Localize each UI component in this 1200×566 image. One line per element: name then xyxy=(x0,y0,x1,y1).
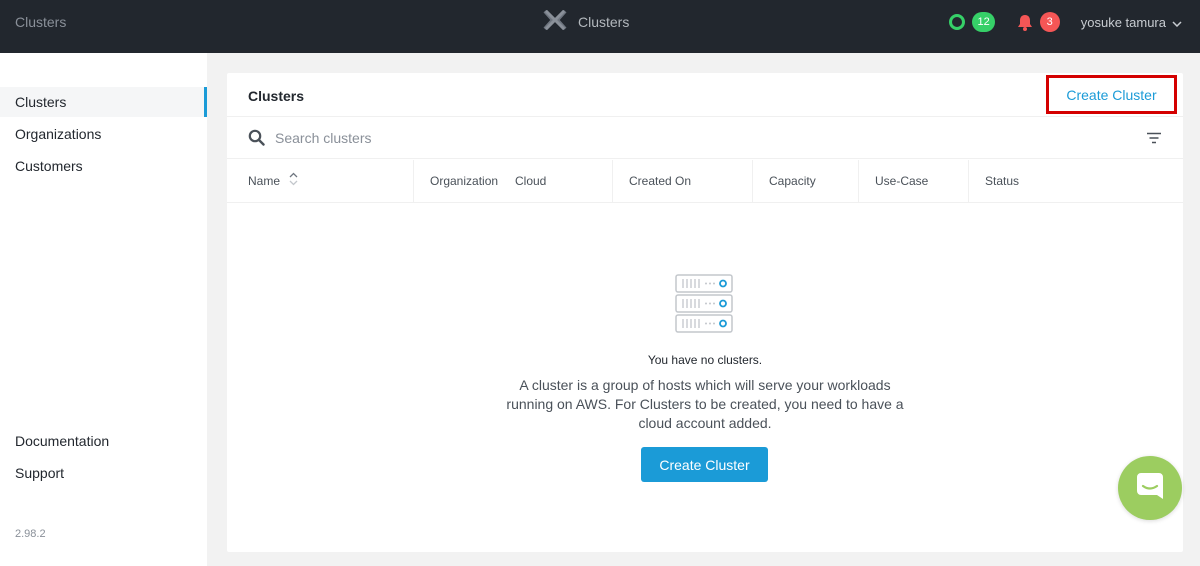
column-header-label: Name xyxy=(248,174,281,188)
chat-icon xyxy=(1135,471,1165,506)
column-header-cloud[interactable]: Cloud xyxy=(499,160,611,202)
search-bar xyxy=(227,118,1183,159)
sidebar-item-documentation[interactable]: Documentation xyxy=(0,426,207,456)
user-name: yosuke tamura xyxy=(1080,14,1166,30)
column-header-capacity[interactable]: Capacity xyxy=(752,160,858,202)
column-header-organization[interactable]: Organization xyxy=(413,160,513,202)
create-cluster-link[interactable]: Create Cluster xyxy=(1046,75,1177,114)
column-header-name[interactable]: Name xyxy=(232,160,412,202)
chat-launcher[interactable] xyxy=(1118,456,1182,520)
search-icon xyxy=(248,129,265,151)
empty-state-title: You have no clusters. xyxy=(647,353,763,367)
user-menu[interactable]: yosuke tamura xyxy=(1081,15,1182,30)
clusters-panel: Clusters Create Cluster Name xyxy=(227,73,1183,552)
chevron-down-icon xyxy=(1172,15,1182,30)
sidebar: Clusters Organizations Customers Documen… xyxy=(0,53,207,566)
logo-x-icon xyxy=(543,9,567,35)
column-header-use-case[interactable]: Use-Case xyxy=(858,160,968,202)
app-title-label: Clusters xyxy=(578,14,630,30)
empty-state-description: A cluster is a group of hosts which will… xyxy=(506,377,904,431)
status-count-badge[interactable]: 12 xyxy=(972,12,995,32)
server-stack-icon xyxy=(675,273,735,344)
sidebar-item-clusters[interactable]: Clusters xyxy=(0,87,207,117)
app-title: Clusters xyxy=(543,0,629,44)
sort-icon[interactable] xyxy=(289,161,298,203)
section-label: Clusters xyxy=(15,14,67,30)
alert-count-badge[interactable]: 3 xyxy=(1039,12,1060,32)
top-bar: Clusters Clusters 12 3 yosuke tamura xyxy=(0,0,1200,53)
search-input[interactable] xyxy=(275,126,775,150)
empty-state: You have no clusters. A cluster is a gro… xyxy=(227,203,1183,552)
bell-icon[interactable] xyxy=(1017,14,1033,31)
sidebar-item-customers[interactable]: Customers xyxy=(0,151,207,181)
column-header-status[interactable]: Status xyxy=(968,160,1088,202)
sidebar-item-support[interactable]: Support xyxy=(0,458,207,488)
table-header: Name Organization Cloud Created On Capac… xyxy=(227,160,1183,203)
create-cluster-button[interactable]: Create Cluster xyxy=(641,447,768,482)
panel-header: Clusters Create Cluster xyxy=(227,73,1183,117)
status-ring-icon[interactable] xyxy=(949,14,966,30)
filter-icon[interactable] xyxy=(1147,131,1161,149)
column-header-created-on[interactable]: Created On xyxy=(612,160,752,202)
sidebar-item-organizations[interactable]: Organizations xyxy=(0,119,207,149)
panel-title: Clusters xyxy=(248,88,305,104)
version-label: 2.98.2 xyxy=(15,528,46,540)
